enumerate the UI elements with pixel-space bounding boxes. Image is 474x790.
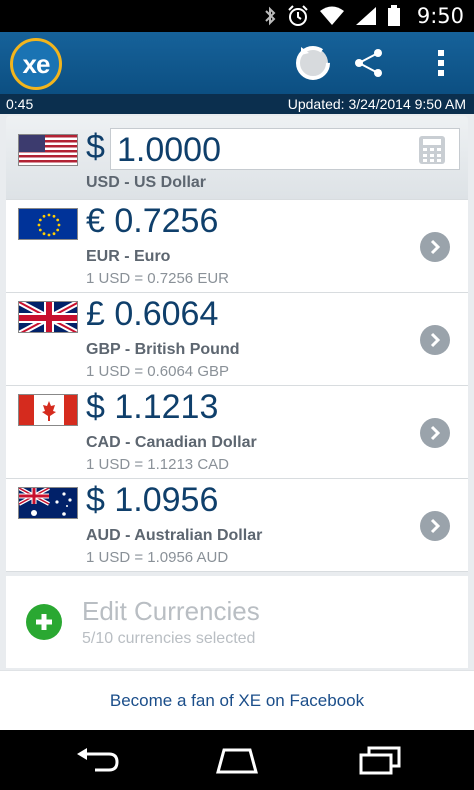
rate-line: 1 USD = 1.0956 AUD <box>86 549 229 566</box>
bluetooth-icon <box>265 6 276 26</box>
signal-icon <box>355 7 376 25</box>
xe-logo: xe <box>10 38 62 90</box>
refresh-icon <box>296 46 330 80</box>
share-button[interactable] <box>346 40 392 86</box>
currencies-selected-count: 5/10 currencies selected <box>82 630 256 647</box>
converted-value: £ 0.6064 <box>86 295 219 333</box>
recents-button[interactable] <box>350 742 410 778</box>
currency-list: $ 1.0000 USD - US Dollar € 0.7256 EUR - … <box>0 114 474 670</box>
amount-value: 1.0000 <box>117 131 221 169</box>
updated-label: Updated: <box>287 96 345 112</box>
home-icon <box>216 748 258 774</box>
currency-row-eur[interactable]: € 0.7256 EUR - Euro 1 USD = 0.7256 EUR <box>6 200 468 293</box>
currency-row-cad[interactable]: $ 1.1213 CAD - Canadian Dollar 1 USD = 1… <box>6 386 468 479</box>
countdown-text: 0:45 <box>6 96 34 112</box>
system-nav-bar <box>0 730 474 790</box>
edit-currencies-title: Edit Currencies <box>82 596 260 626</box>
alarm-icon <box>288 5 308 26</box>
rate-line: 1 USD = 0.6064 GBP <box>86 363 229 380</box>
edit-currencies-row[interactable]: Edit Currencies 5/10 currencies selected <box>6 576 468 668</box>
australia-flag-icon <box>18 487 78 519</box>
amount-input[interactable]: 1.0000 <box>110 128 460 170</box>
updated-value: 3/24/2014 9:50 AM <box>348 96 466 112</box>
app-bar: xe <box>0 32 474 94</box>
last-updated: Updated: 3/24/2014 9:50 AM <box>288 96 466 112</box>
currency-label: GBP - British Pound <box>86 341 240 358</box>
add-icon <box>26 604 62 640</box>
recents-icon <box>359 746 401 775</box>
base-currency-label: USD - US Dollar <box>86 174 207 191</box>
eu-flag-icon <box>18 208 78 240</box>
overflow-menu-button[interactable] <box>418 40 464 86</box>
chevron-right-icon[interactable] <box>420 325 450 355</box>
currency-row-aud[interactable]: $ 1.0956 AUD - Australian Dollar 1 USD =… <box>6 479 468 572</box>
us-flag-icon <box>18 134 78 166</box>
converted-value: $ 1.0956 <box>86 481 219 519</box>
back-icon <box>77 748 119 772</box>
battery-icon <box>387 5 400 26</box>
currency-label: EUR - Euro <box>86 248 171 265</box>
currency-row-gbp[interactable]: £ 0.6064 GBP - British Pound 1 USD = 0.6… <box>6 293 468 386</box>
facebook-link[interactable]: Become a fan of XE on Facebook <box>0 670 474 730</box>
status-bar: 9:50 <box>0 0 474 32</box>
uk-flag-icon <box>18 301 78 333</box>
more-vertical-icon <box>438 50 444 76</box>
status-icons: 9:50 <box>263 0 474 32</box>
currency-label: CAD - Canadian Dollar <box>86 434 257 451</box>
share-icon <box>355 49 382 77</box>
chevron-right-icon[interactable] <box>420 418 450 448</box>
rate-line: 1 USD = 0.7256 EUR <box>86 270 229 287</box>
back-button[interactable] <box>68 742 128 778</box>
rate-line: 1 USD = 1.1213 CAD <box>86 456 229 473</box>
refresh-button[interactable] <box>290 40 336 86</box>
converted-value: $ 1.1213 <box>86 388 219 426</box>
wifi-icon <box>319 6 344 25</box>
currency-label: AUD - Australian Dollar <box>86 527 263 544</box>
chevron-right-icon[interactable] <box>420 232 450 262</box>
base-currency-row: $ 1.0000 USD - US Dollar <box>6 116 468 200</box>
chevron-right-icon[interactable] <box>420 511 450 541</box>
update-info-bar: 0:45 Updated: 3/24/2014 9:50 AM <box>0 94 474 114</box>
status-time: 9:50 <box>416 4 464 28</box>
canada-flag-icon <box>18 394 78 426</box>
converted-value: € 0.7256 <box>86 202 219 240</box>
home-button[interactable] <box>207 742 267 778</box>
base-currency-symbol: $ <box>86 128 105 166</box>
calculator-icon[interactable] <box>419 136 445 164</box>
